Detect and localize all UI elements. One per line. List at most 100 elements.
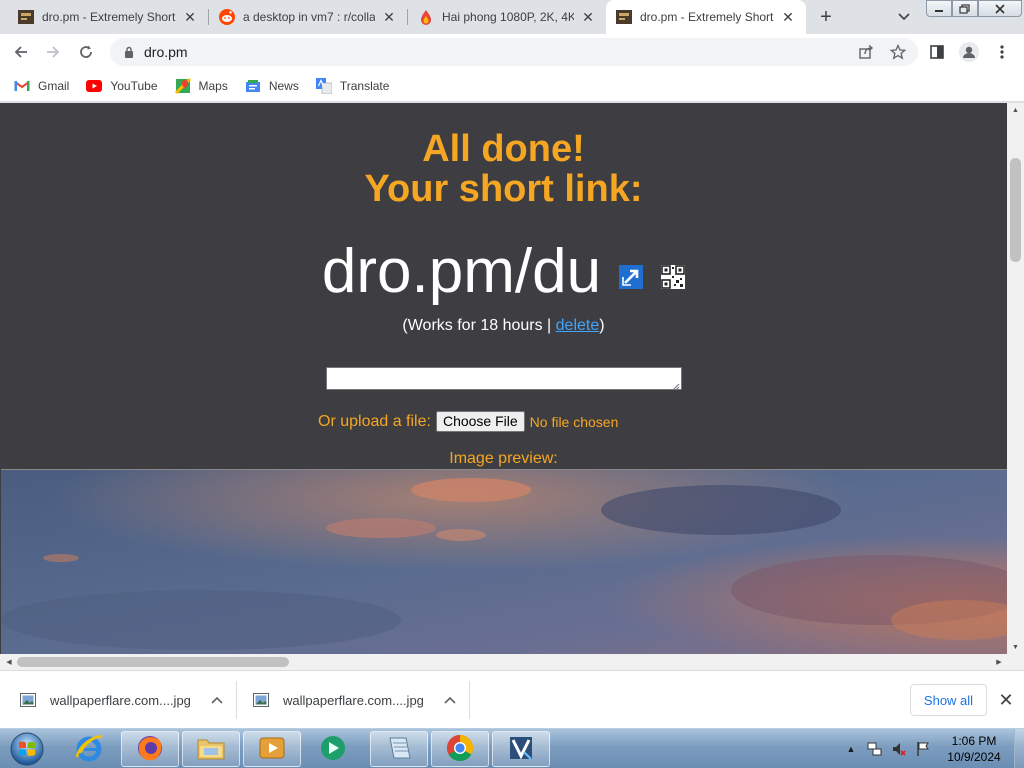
minimize-button[interactable] [926,0,952,17]
tab-title: Hai phong 1080P, 2K, 4K [442,10,574,24]
download-filename: wallpaperflare.com....jpg [50,692,191,708]
bookmark-label: Translate [339,78,390,93]
browser-toolbar: dro.pm [0,34,1024,70]
scroll-left-icon[interactable]: ◀ [2,654,16,670]
tab-title: dro.pm - Extremely Short [640,10,774,24]
dropm-page: All done! Your short link: dro.pm/du (Wo… [0,103,1007,654]
new-tab-button[interactable]: + [814,6,838,28]
choose-file-button[interactable]: Choose File [435,411,525,432]
taskbar-internet-explorer[interactable] [60,731,118,767]
tab-title: a desktop in vm7 : r/colla [243,10,375,24]
vertical-scrollbar[interactable]: ▲ ▼ [1007,103,1024,654]
scroll-right-icon[interactable]: ▶ [992,654,1006,670]
tab-close-icon[interactable]: ✕ [780,9,796,25]
resize-grip-icon[interactable] [672,380,680,391]
open-link-icon[interactable] [619,265,644,289]
bookmark-youtube[interactable]: YouTube [86,78,158,94]
vertical-scroll-thumb[interactable] [1010,158,1021,262]
download-item[interactable]: wallpaperflare.com....jpg [20,671,225,729]
delete-link[interactable]: delete [556,317,600,334]
address-text[interactable]: dro.pm [144,44,188,60]
short-link-row: dro.pm/du [0,235,1007,309]
reload-button[interactable] [73,39,99,65]
taskbar-video-editor[interactable] [492,731,550,767]
taskbar-media-player[interactable] [243,731,301,767]
news-icon [245,78,261,94]
bookmark-gmail[interactable]: Gmail [14,78,69,94]
short-link-text[interactable]: dro.pm/du [322,235,601,309]
share-icon[interactable] [858,44,874,60]
headline-short-link: Your short link: [364,168,643,210]
lock-icon[interactable] [122,45,136,59]
window-close-button[interactable] [978,0,1022,17]
youtube-icon [86,78,103,94]
taskbar-firefox[interactable] [121,731,179,767]
restore-button[interactable] [952,0,978,17]
tab-close-icon[interactable]: ✕ [580,9,596,25]
download-shelf: wallpaperflare.com....jpg wallpaperflare… [0,670,1024,728]
start-button[interactable] [4,730,50,768]
show-hidden-icons-icon[interactable]: ▲ [842,740,860,758]
translate-icon [315,77,332,94]
taskbar-notepad-app[interactable] [370,731,428,767]
bookmark-news[interactable]: News [245,78,299,94]
gmail-icon [14,78,30,94]
network-icon[interactable] [866,740,884,758]
image-file-icon [20,692,36,708]
clock[interactable]: 1:06 PM 10/9/2024 [936,733,1012,765]
paste-textarea[interactable] [326,367,682,391]
scroll-down-icon[interactable]: ▼ [1007,640,1024,654]
qr-code-icon[interactable] [661,265,686,289]
show-desktop-button[interactable] [1014,729,1024,768]
action-center-flag-icon[interactable] [914,740,932,758]
video-editor-icon [506,734,536,765]
horizontal-scrollbar[interactable]: ◀ ▶ [0,654,1024,670]
tab-wallpaperflare[interactable]: Hai phong 1080P, 2K, 4K ✕ [408,0,606,34]
clock-date: 10/9/2024 [947,750,1001,764]
download-separator [236,681,237,719]
chevron-up-icon[interactable] [209,692,225,708]
side-panel-icon[interactable] [924,39,950,65]
volume-muted-icon[interactable] [890,740,908,758]
upload-label: Or upload a file: [318,412,431,430]
folder-icon [196,734,226,765]
tab-close-icon[interactable]: ✕ [381,9,397,25]
page-headline: All done! Your short link: [0,129,1007,209]
scroll-up-icon[interactable]: ▲ [1007,103,1024,117]
image-preview-label: Image preview: [449,450,558,467]
tab-dropm-active[interactable]: dro.pm - Extremely Short ✕ [606,0,806,34]
windows-taskbar: ▲ 1:06 PM 10/9/2024 [0,728,1024,768]
address-bar[interactable]: dro.pm [110,38,918,66]
expiry-note: (Works for 18 hours | delete) [0,317,1007,335]
page-viewport: All done! Your short link: dro.pm/du (Wo… [0,103,1024,654]
profile-avatar-icon[interactable] [956,39,982,65]
show-all-button[interactable]: Show all [910,684,987,716]
tab-strip: dro.pm - Extremely Short ✕ a desktop in … [0,0,1024,34]
window-controls [926,0,1022,18]
bookmark-maps[interactable]: Maps [174,77,228,94]
no-file-status: No file chosen [529,413,619,430]
chrome-icon [445,733,475,766]
headline-done: All done! [422,128,585,170]
bookmark-translate[interactable]: Translate [315,77,390,94]
notepad-icon [384,734,414,765]
horizontal-scroll-thumb[interactable] [17,657,289,667]
tab-close-icon[interactable]: ✕ [182,9,198,25]
menu-kebab-icon[interactable] [989,39,1015,65]
tab-search-chevron-icon[interactable] [894,8,914,26]
taskbar-windows-explorer[interactable] [182,731,240,767]
download-item[interactable]: wallpaperflare.com....jpg [253,671,458,729]
forward-button[interactable] [40,39,66,65]
taskbar-chrome[interactable] [431,731,489,767]
clock-time: 1:06 PM [951,734,997,748]
chevron-up-icon[interactable] [442,692,458,708]
back-button[interactable] [8,39,34,65]
bookmark-label: News [268,78,299,93]
download-separator [469,681,470,719]
tab-reddit[interactable]: a desktop in vm7 : r/colla ✕ [209,0,407,34]
bookmark-star-icon[interactable] [890,44,906,60]
tab-dropm-1[interactable]: dro.pm - Extremely Short ✕ [8,0,208,34]
bookmark-label: YouTube [110,78,158,93]
download-shelf-close-icon[interactable]: ✕ [996,690,1016,710]
taskbar-green-app[interactable] [304,731,362,767]
